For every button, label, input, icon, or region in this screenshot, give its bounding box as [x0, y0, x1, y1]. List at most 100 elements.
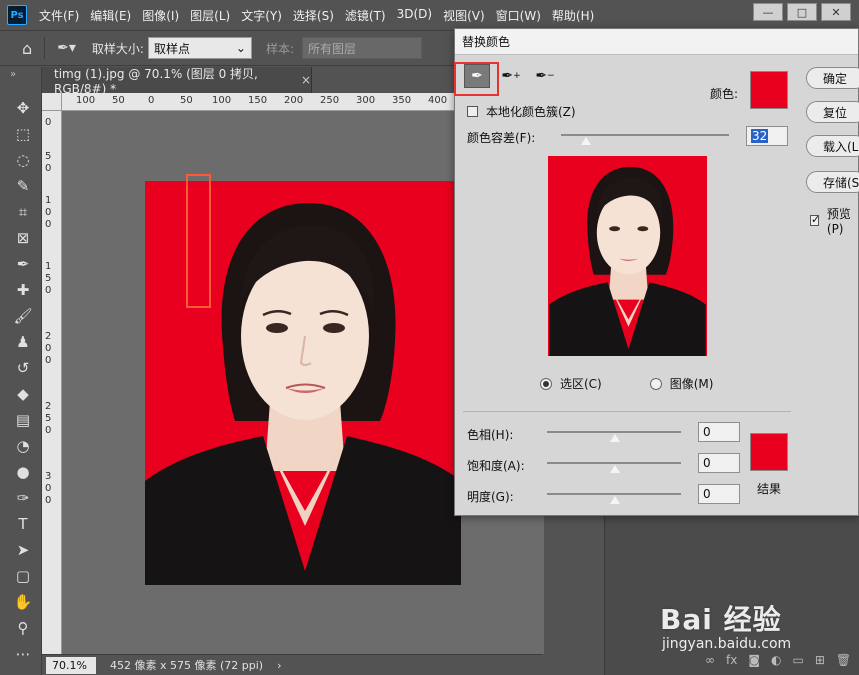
- result-color-swatch[interactable]: [750, 433, 788, 471]
- dialog-title: 替换颜色: [455, 29, 858, 55]
- crop-tool-icon[interactable]: ⌗: [11, 201, 35, 223]
- close-tab-icon[interactable]: ×: [301, 73, 311, 87]
- menu-file[interactable]: 文件(F): [39, 7, 79, 24]
- brush-tool-icon[interactable]: 🖌: [11, 305, 35, 327]
- eyedropper-tool-preset-icon[interactable]: ✒▾: [57, 40, 76, 56]
- lightness-slider-thumb[interactable]: [610, 496, 620, 504]
- history-brush-tool-icon[interactable]: ↺: [11, 357, 35, 379]
- lightness-input[interactable]: 0: [698, 484, 740, 504]
- blur-tool-icon[interactable]: ◔: [11, 435, 35, 457]
- dodge-tool-icon[interactable]: ●: [11, 461, 35, 483]
- lightness-slider[interactable]: [547, 493, 681, 495]
- menu-image[interactable]: 图像(I): [142, 7, 179, 24]
- panel-grip-icon[interactable]: »: [0, 67, 41, 80]
- ruler-tick-label: 100: [76, 95, 96, 106]
- type-tool-icon[interactable]: T: [11, 513, 35, 535]
- menu-select[interactable]: 选择(S): [293, 7, 334, 24]
- selection-radio[interactable]: [540, 377, 552, 390]
- link-layers-icon[interactable]: ∞: [705, 653, 715, 667]
- hue-input[interactable]: 0: [698, 422, 740, 442]
- clone-stamp-tool-icon[interactable]: ♟: [11, 331, 35, 353]
- ruler-tick-label: 2: [45, 401, 52, 412]
- ruler-tick-label: 1: [45, 261, 52, 272]
- gradient-tool-icon[interactable]: ▤: [11, 409, 35, 431]
- window-controls: — □ ✕: [753, 3, 851, 21]
- localized-clusters-option[interactable]: 本地化颜色簇(Z): [467, 103, 576, 120]
- maximize-button[interactable]: □: [787, 3, 817, 21]
- reset-button[interactable]: 复位: [806, 101, 859, 123]
- sample-select[interactable]: 所有图层: [302, 37, 423, 59]
- highlight-sample-area: [186, 174, 211, 308]
- document-tab-title: timg (1).jpg @ 70.1% (图层 0 拷贝, RGB/8#) *: [54, 66, 258, 96]
- rectangle-tool-icon[interactable]: ▢: [11, 565, 35, 587]
- image-radio[interactable]: [649, 377, 662, 390]
- menu-window[interactable]: 窗口(W): [496, 7, 541, 24]
- close-window-button[interactable]: ✕: [821, 3, 851, 21]
- healing-brush-tool-icon[interactable]: ✚: [11, 279, 35, 301]
- ok-button[interactable]: 确定: [806, 67, 859, 89]
- home-icon[interactable]: ⌂: [22, 39, 32, 58]
- eraser-tool-icon[interactable]: ◆: [11, 383, 35, 405]
- hue-slider-thumb[interactable]: [610, 434, 620, 442]
- fuzziness-slider[interactable]: [561, 134, 729, 136]
- preview-option[interactable]: 预览(P): [810, 205, 858, 236]
- eyedropper-minus-icon[interactable]: ✒ −: [532, 64, 558, 88]
- hue-slider[interactable]: [547, 431, 681, 433]
- delete-layer-icon[interactable]: 🗑: [836, 653, 851, 667]
- localized-clusters-checkbox[interactable]: [467, 106, 478, 117]
- ruler-tick-label: 1: [45, 195, 52, 206]
- horizontal-ruler[interactable]: 100 50 0 50 100 150 200 250 300 350 400: [62, 93, 462, 111]
- menu-view[interactable]: 视图(V): [443, 7, 485, 24]
- ruler-tick-label: 0: [45, 495, 52, 506]
- lightness-value: 0: [703, 487, 711, 501]
- eyedropper-plus-icon[interactable]: ✒ +: [498, 64, 524, 88]
- fuzziness-slider-thumb[interactable]: [581, 137, 591, 145]
- menu-edit[interactable]: 编辑(E): [90, 7, 131, 24]
- document-tab[interactable]: timg (1).jpg @ 70.1% (图层 0 拷贝, RGB/8#) *…: [42, 66, 312, 96]
- save-button[interactable]: 存储(S)...: [806, 171, 859, 193]
- menu-filter[interactable]: 滤镜(T): [345, 7, 386, 24]
- layer-mask-icon[interactable]: ◙: [748, 653, 760, 667]
- menu-layer[interactable]: 图层(L): [190, 7, 230, 24]
- minimize-button[interactable]: —: [753, 3, 783, 21]
- more-tools-icon[interactable]: ⋯: [11, 643, 35, 665]
- menu-type[interactable]: 文字(Y): [241, 7, 282, 24]
- lightness-label: 明度(G):: [467, 490, 514, 504]
- quick-selection-tool-icon[interactable]: ✎: [11, 175, 35, 197]
- preview-checkbox[interactable]: [810, 213, 820, 226]
- hand-tool-icon[interactable]: ✋: [11, 591, 35, 613]
- group-folder-icon[interactable]: ▭: [792, 653, 803, 667]
- frame-tool-icon[interactable]: ⊠: [11, 227, 35, 249]
- ruler-origin[interactable]: [42, 93, 62, 111]
- saturation-slider-thumb[interactable]: [610, 465, 620, 473]
- eyedropper-highlight-box: [454, 62, 499, 96]
- pen-tool-icon[interactable]: ✑: [11, 487, 35, 509]
- marquee-tool-icon[interactable]: ⬚: [11, 123, 35, 145]
- ruler-tick-label: 5: [45, 151, 52, 162]
- vertical-ruler[interactable]: 0 5 0 1 0 0 1 5 0 2 0 0 2 5 0 3 0 0: [42, 111, 62, 654]
- zoom-level-field[interactable]: 70.1%: [46, 656, 96, 674]
- zoom-tool-icon[interactable]: ⚲: [11, 617, 35, 639]
- ruler-tick-label: 350: [392, 95, 412, 106]
- preview-portrait-illustration: [549, 166, 706, 356]
- selection-preview[interactable]: [548, 156, 707, 356]
- move-tool-icon[interactable]: ✥: [11, 97, 35, 119]
- ruler-tick-label: 0: [45, 343, 52, 354]
- tools-panel: » ✥ ⬚ ◌ ✎ ⌗ ⊠ ✒ ✚ 🖌 ♟ ↺ ◆ ▤ ◔ ● ✑ T ➤ ▢ …: [0, 67, 42, 675]
- baidu-jingyan-url: jingyan.baidu.com: [662, 636, 792, 652]
- saturation-slider[interactable]: [547, 462, 681, 464]
- load-button[interactable]: 载入(L)...: [806, 135, 859, 157]
- eyedropper-tool-icon[interactable]: ✒: [11, 253, 35, 275]
- adjustment-layer-icon[interactable]: ◐: [771, 653, 781, 667]
- saturation-input[interactable]: 0: [698, 453, 740, 473]
- menu-help[interactable]: 帮助(H): [552, 7, 594, 24]
- new-layer-icon[interactable]: ⊞: [815, 653, 825, 667]
- layer-style-icon[interactable]: fx: [726, 653, 737, 667]
- sample-size-select[interactable]: 取样点 ⌄: [147, 37, 252, 59]
- fuzziness-input[interactable]: 32: [746, 126, 788, 146]
- lasso-tool-icon[interactable]: ◌: [11, 149, 35, 171]
- menu-3d[interactable]: 3D(D): [397, 7, 432, 24]
- path-selection-tool-icon[interactable]: ➤: [11, 539, 35, 561]
- selected-color-swatch[interactable]: [750, 71, 788, 109]
- status-menu-arrow-icon[interactable]: ›: [277, 659, 281, 672]
